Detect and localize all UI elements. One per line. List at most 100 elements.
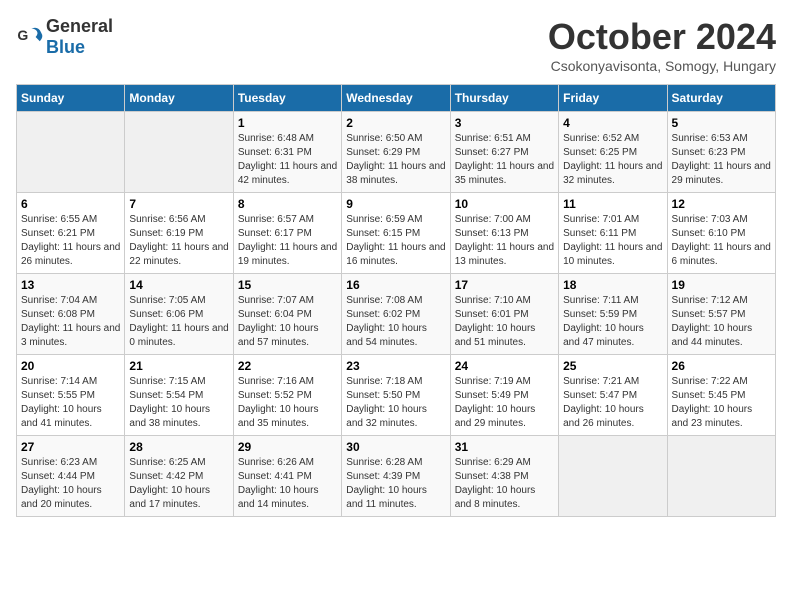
day-number: 1: [238, 116, 337, 130]
day-number: 9: [346, 197, 445, 211]
day-info: Sunrise: 7:00 AMSunset: 6:13 PMDaylight:…: [455, 213, 554, 269]
calendar-cell: 29 Sunrise: 6:26 AMSunset: 4:41 PMDayligh…: [233, 436, 341, 517]
day-number: 6: [21, 197, 120, 211]
calendar-cell: 1 Sunrise: 6:48 AMSunset: 6:31 PMDaylight…: [233, 112, 341, 193]
day-number: 13: [21, 278, 120, 292]
calendar-cell: 9 Sunrise: 6:59 AMSunset: 6:15 PMDaylight…: [342, 193, 450, 274]
calendar-cell: 3Sunrise: 6:51 AMSunset: 6:27 PMDaylight…: [450, 112, 558, 193]
calendar-cell: 24 Sunrise: 7:19 AMSunset: 5:49 PMDayligh…: [450, 355, 558, 436]
day-info: Sunrise: 7:21 AMSunset: 5:47 PMDaylight:…: [563, 375, 662, 431]
calendar-cell: [559, 436, 667, 517]
day-number: 26: [672, 359, 771, 373]
calendar-cell: 26 Sunrise: 7:22 AMSunset: 5:45 PMDayligh…: [667, 355, 775, 436]
calendar-cell: [125, 112, 233, 193]
calendar-cell: 11 Sunrise: 7:01 AMSunset: 6:11 PMDayligh…: [559, 193, 667, 274]
day-number: 4: [563, 116, 662, 130]
day-number: 3: [455, 116, 554, 130]
weekday-header-sunday: Sunday: [17, 85, 125, 112]
day-number: 5: [672, 116, 771, 130]
day-number: 23: [346, 359, 445, 373]
day-info: Sunrise: 7:19 AMSunset: 5:49 PMDaylight:…: [455, 375, 554, 431]
calendar-cell: 12 Sunrise: 7:03 AMSunset: 6:10 PMDayligh…: [667, 193, 775, 274]
logo-blue-text: Blue: [46, 37, 85, 57]
calendar-cell: 21Sunrise: 7:15 AMSunset: 5:54 PMDayligh…: [125, 355, 233, 436]
day-info: Sunrise: 6:52 AMSunset: 6:25 PMDaylight:…: [563, 132, 662, 188]
weekday-header-friday: Friday: [559, 85, 667, 112]
day-info: Sunrise: 6:26 AMSunset: 4:41 PMDaylight:…: [238, 456, 337, 512]
day-info: Sunrise: 7:07 AMSunset: 6:04 PMDaylight:…: [238, 294, 337, 350]
weekday-header-tuesday: Tuesday: [233, 85, 341, 112]
day-info: Sunrise: 6:23 AMSunset: 4:44 PMDaylight:…: [21, 456, 120, 512]
day-info: Sunrise: 7:05 AMSunset: 6:06 PMDaylight:…: [129, 294, 228, 350]
logo-general-text: General: [46, 16, 113, 36]
location-subtitle: Csokonyavisonta, Somogy, Hungary: [548, 58, 776, 74]
day-number: 12: [672, 197, 771, 211]
day-number: 20: [21, 359, 120, 373]
calendar-week-row: 13 Sunrise: 7:04 AMSunset: 6:08 PMDayligh…: [17, 274, 776, 355]
logo-icon: G: [16, 23, 44, 51]
day-info: Sunrise: 6:57 AMSunset: 6:17 PMDaylight:…: [238, 213, 337, 269]
day-info: Sunrise: 7:10 AMSunset: 6:01 PMDaylight:…: [455, 294, 554, 350]
calendar-cell: 18Sunrise: 7:11 AMSunset: 5:59 PMDayligh…: [559, 274, 667, 355]
calendar-cell: [17, 112, 125, 193]
calendar-cell: 20 Sunrise: 7:14 AMSunset: 5:55 PMDayligh…: [17, 355, 125, 436]
calendar-cell: 14 Sunrise: 7:05 AMSunset: 6:06 PMDayligh…: [125, 274, 233, 355]
day-number: 30: [346, 440, 445, 454]
weekday-header-wednesday: Wednesday: [342, 85, 450, 112]
day-number: 11: [563, 197, 662, 211]
day-number: 24: [455, 359, 554, 373]
calendar-week-row: 20 Sunrise: 7:14 AMSunset: 5:55 PMDayligh…: [17, 355, 776, 436]
day-number: 7: [129, 197, 228, 211]
calendar-cell: 22Sunrise: 7:16 AMSunset: 5:52 PMDayligh…: [233, 355, 341, 436]
day-info: Sunrise: 7:18 AMSunset: 5:50 PMDaylight:…: [346, 375, 445, 431]
day-info: Sunrise: 7:03 AMSunset: 6:10 PMDaylight:…: [672, 213, 771, 269]
day-number: 8: [238, 197, 337, 211]
weekday-header-monday: Monday: [125, 85, 233, 112]
day-number: 14: [129, 278, 228, 292]
day-number: 16: [346, 278, 445, 292]
day-info: Sunrise: 6:59 AMSunset: 6:15 PMDaylight:…: [346, 213, 445, 269]
calendar-cell: 17Sunrise: 7:10 AMSunset: 6:01 PMDayligh…: [450, 274, 558, 355]
calendar-cell: 6Sunrise: 6:55 AMSunset: 6:21 PMDaylight…: [17, 193, 125, 274]
calendar-cell: 5 Sunrise: 6:53 AMSunset: 6:23 PMDaylight…: [667, 112, 775, 193]
day-info: Sunrise: 6:25 AMSunset: 4:42 PMDaylight:…: [129, 456, 228, 512]
calendar-cell: 27Sunrise: 6:23 AMSunset: 4:44 PMDayligh…: [17, 436, 125, 517]
day-info: Sunrise: 7:04 AMSunset: 6:08 PMDaylight:…: [21, 294, 120, 350]
calendar-cell: 19 Sunrise: 7:12 AMSunset: 5:57 PMDayligh…: [667, 274, 775, 355]
day-number: 25: [563, 359, 662, 373]
month-year-title: October 2024: [548, 16, 776, 58]
day-info: Sunrise: 7:12 AMSunset: 5:57 PMDaylight:…: [672, 294, 771, 350]
calendar-cell: 28 Sunrise: 6:25 AMSunset: 4:42 PMDayligh…: [125, 436, 233, 517]
day-number: 29: [238, 440, 337, 454]
calendar-cell: 8 Sunrise: 6:57 AMSunset: 6:17 PMDaylight…: [233, 193, 341, 274]
day-number: 10: [455, 197, 554, 211]
day-info: Sunrise: 6:48 AMSunset: 6:31 PMDaylight:…: [238, 132, 337, 188]
calendar-cell: 4 Sunrise: 6:52 AMSunset: 6:25 PMDaylight…: [559, 112, 667, 193]
calendar-week-row: 27Sunrise: 6:23 AMSunset: 4:44 PMDayligh…: [17, 436, 776, 517]
day-info: Sunrise: 7:22 AMSunset: 5:45 PMDaylight:…: [672, 375, 771, 431]
calendar-cell: 2 Sunrise: 6:50 AMSunset: 6:29 PMDaylight…: [342, 112, 450, 193]
page-header: G General Blue October 2024 Csokonyaviso…: [16, 16, 776, 74]
day-number: 31: [455, 440, 554, 454]
calendar-cell: 30Sunrise: 6:28 AMSunset: 4:39 PMDayligh…: [342, 436, 450, 517]
day-number: 2: [346, 116, 445, 130]
day-number: 28: [129, 440, 228, 454]
weekday-header-saturday: Saturday: [667, 85, 775, 112]
day-info: Sunrise: 7:14 AMSunset: 5:55 PMDaylight:…: [21, 375, 120, 431]
day-info: Sunrise: 7:01 AMSunset: 6:11 PMDaylight:…: [563, 213, 662, 269]
svg-text:G: G: [17, 27, 28, 43]
calendar-cell: 7 Sunrise: 6:56 AMSunset: 6:19 PMDaylight…: [125, 193, 233, 274]
calendar-cell: 31Sunrise: 6:29 AMSunset: 4:38 PMDayligh…: [450, 436, 558, 517]
day-info: Sunrise: 6:56 AMSunset: 6:19 PMDaylight:…: [129, 213, 228, 269]
calendar-week-row: 6Sunrise: 6:55 AMSunset: 6:21 PMDaylight…: [17, 193, 776, 274]
calendar-cell: 16Sunrise: 7:08 AMSunset: 6:02 PMDayligh…: [342, 274, 450, 355]
day-info: Sunrise: 6:50 AMSunset: 6:29 PMDaylight:…: [346, 132, 445, 188]
day-number: 18: [563, 278, 662, 292]
day-info: Sunrise: 6:53 AMSunset: 6:23 PMDaylight:…: [672, 132, 771, 188]
day-number: 22: [238, 359, 337, 373]
day-number: 19: [672, 278, 771, 292]
day-number: 21: [129, 359, 228, 373]
calendar-cell: 25 Sunrise: 7:21 AMSunset: 5:47 PMDayligh…: [559, 355, 667, 436]
calendar-cell: 23 Sunrise: 7:18 AMSunset: 5:50 PMDayligh…: [342, 355, 450, 436]
calendar-table: SundayMondayTuesdayWednesdayThursdayFrid…: [16, 84, 776, 517]
